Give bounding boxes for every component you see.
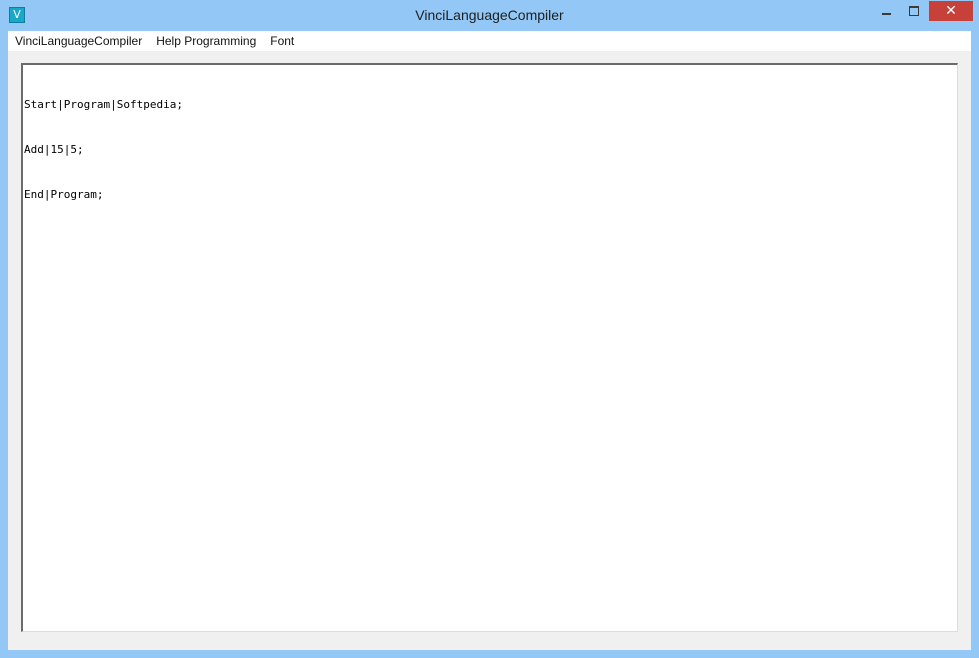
menu-bar: VinciLanguageCompiler Help Programming F… [8, 31, 971, 51]
code-editor[interactable]: Start|Program|Softpedia; Add|15|5; End|P… [21, 63, 958, 632]
window-title: VinciLanguageCompiler [415, 7, 564, 23]
client-area: VinciLanguageCompiler Help Programming F… [8, 31, 971, 650]
minimize-icon [882, 13, 891, 15]
menu-font[interactable]: Font [263, 31, 301, 51]
menu-help-programming[interactable]: Help Programming [149, 31, 263, 51]
code-line: End|Program; [24, 188, 104, 201]
maximize-button[interactable] [900, 1, 928, 21]
code-line: Add|15|5; [24, 143, 84, 156]
app-window: V VinciLanguageCompiler ✕ VinciLanguageC… [0, 0, 979, 658]
title-bar[interactable]: V VinciLanguageCompiler ✕ [0, 0, 979, 31]
menu-vincilanguagecompiler[interactable]: VinciLanguageCompiler [8, 31, 149, 51]
close-icon: ✕ [945, 3, 957, 19]
code-line: Start|Program|Softpedia; [24, 98, 183, 111]
minimize-button[interactable] [872, 1, 900, 21]
close-button[interactable]: ✕ [929, 1, 973, 21]
maximize-icon [909, 6, 919, 16]
